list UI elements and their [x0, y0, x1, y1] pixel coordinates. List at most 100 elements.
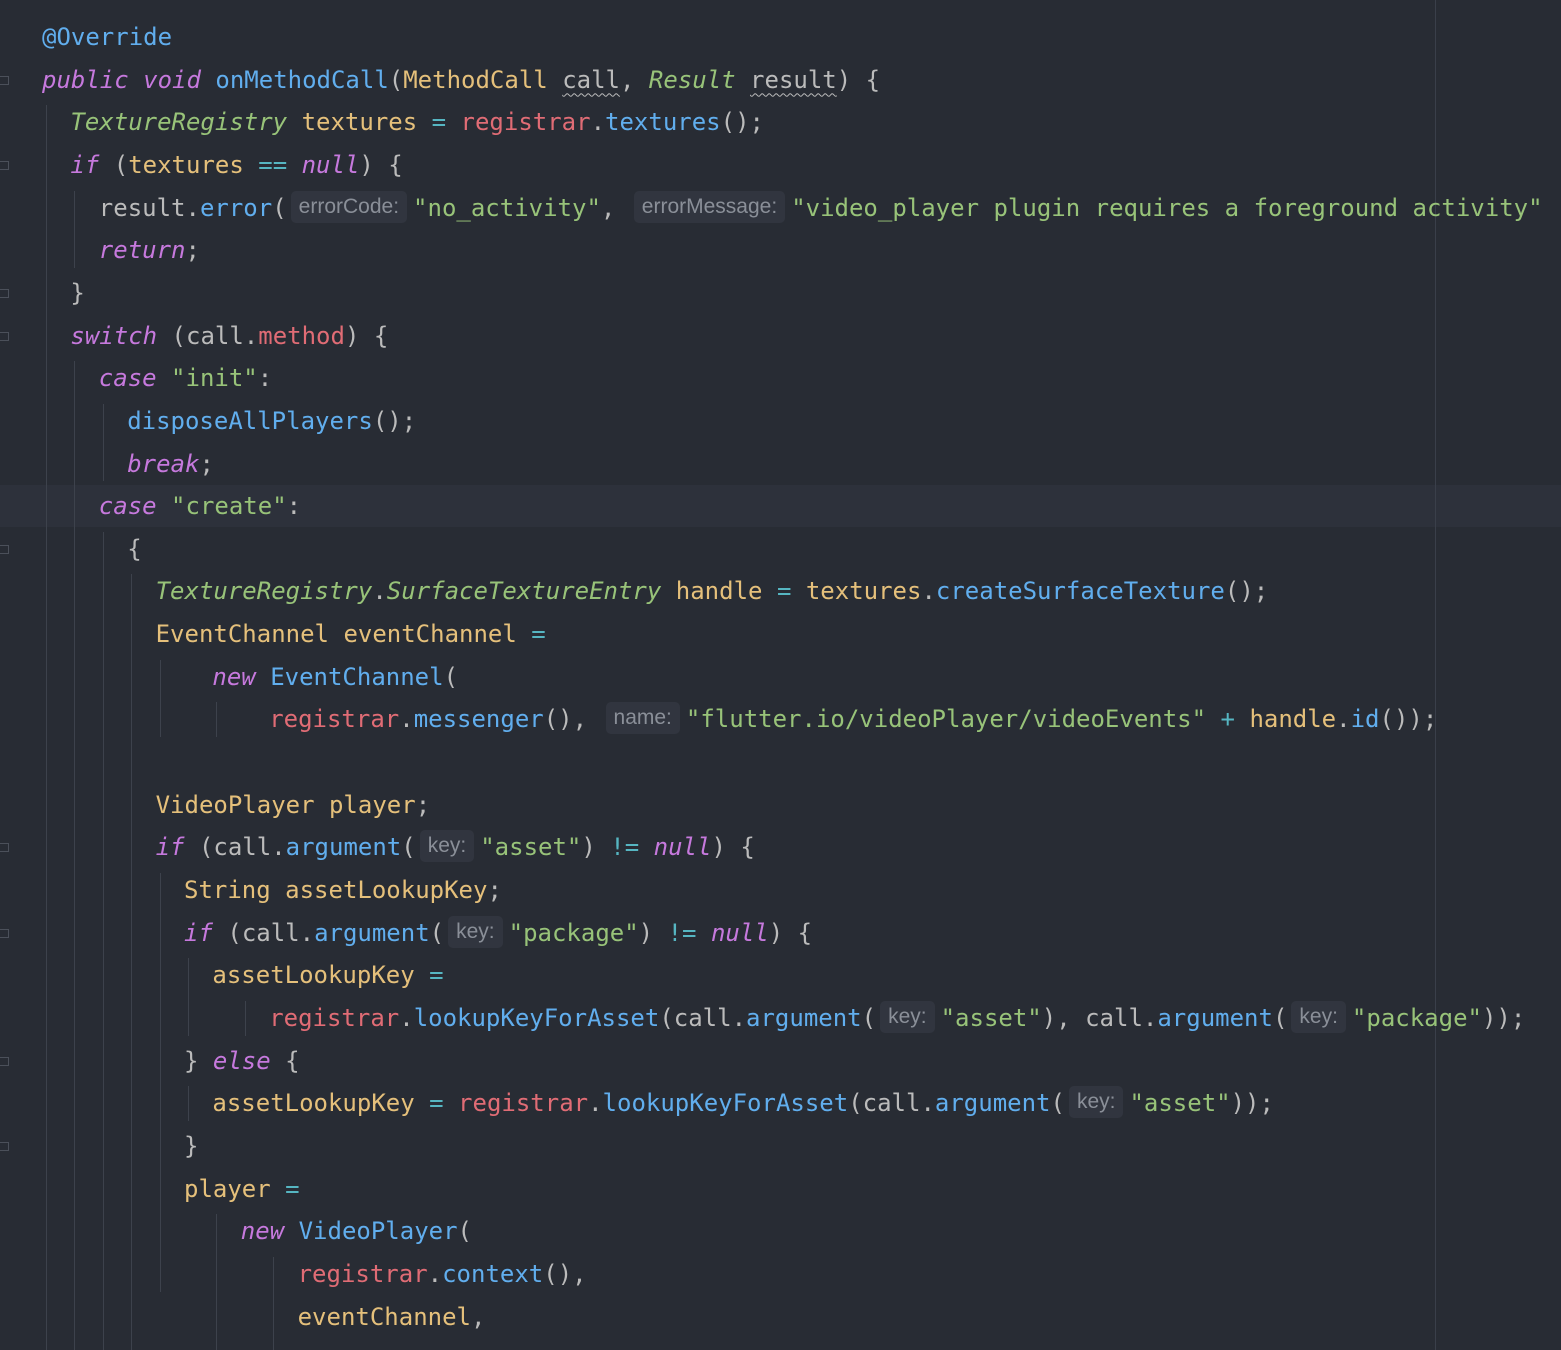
code-line[interactable]: { [127, 528, 141, 570]
code-line[interactable]: switch (call.method) { [70, 315, 388, 357]
code-token: textures [605, 108, 721, 137]
code-line[interactable]: assetLookupKey = registrar.lookupKeyForA… [212, 1082, 1274, 1124]
code-token: result [750, 65, 837, 94]
code-token: ) { [836, 65, 881, 94]
code-token: "create" [171, 492, 287, 521]
code-token: . [731, 1003, 747, 1032]
code-token: != [610, 833, 654, 862]
code-token: ), [1041, 1003, 1086, 1032]
code-token: ) [638, 918, 668, 947]
code-line[interactable]: } else { [184, 1040, 300, 1082]
code-editor[interactable]: @Override public void onMethodCall(Method… [0, 0, 1561, 1350]
code-line[interactable]: } [70, 272, 84, 314]
code-line[interactable]: VideoPlayer player; [156, 784, 431, 826]
code-line[interactable]: String assetLookupKey; [184, 869, 502, 911]
code-token: , [600, 193, 630, 222]
code-line[interactable]: result.error(errorCode: "no_activity", er… [99, 187, 1543, 229]
code-token: "asset" [480, 833, 582, 862]
code-token: ( [443, 662, 459, 691]
code-token: (), [543, 1259, 587, 1288]
code-token: handle [675, 577, 777, 606]
code-token: . [1142, 1003, 1158, 1032]
code-token: String [184, 876, 286, 904]
code-line[interactable]: break; [127, 443, 214, 485]
code-token: argument [934, 1089, 1051, 1118]
fold-marker-icon[interactable] [0, 75, 9, 85]
code-token: result [98, 193, 186, 222]
code-line[interactable]: TextureRegistry textures = registrar.tex… [70, 101, 764, 143]
fold-marker-icon[interactable] [0, 1056, 9, 1066]
code-line[interactable]: registrar.context(), [298, 1253, 587, 1295]
code-token: = [431, 108, 461, 137]
code-token: disposeAllPlayers [127, 406, 373, 435]
code-token: registrar [460, 108, 591, 137]
code-token: "package" [508, 918, 639, 947]
code-token: call [862, 1089, 921, 1118]
indent-guide [102, 531, 104, 1350]
code-line[interactable]: case "create": [99, 485, 301, 527]
code-token: return [98, 236, 186, 265]
indent-guide [74, 361, 76, 1350]
code-line[interactable]: disposeAllPlayers(); [127, 400, 416, 442]
code-token: "no_activity" [413, 193, 601, 222]
code-line[interactable]: assetLookupKey = [212, 954, 443, 996]
code-line[interactable]: @Override [42, 16, 172, 58]
code-token: ) [581, 833, 611, 862]
code-token: ( [113, 150, 129, 179]
code-token: textures [301, 108, 432, 137]
code-token: )); [1481, 1003, 1526, 1032]
code-token: assetLookupKey [285, 876, 488, 904]
code-line[interactable]: if (textures == null) { [70, 144, 402, 186]
fold-marker-icon[interactable] [0, 928, 9, 938]
code-token: call [562, 65, 620, 94]
fold-marker-icon[interactable] [0, 160, 9, 170]
code-line[interactable]: EventChannel eventChannel = [156, 613, 546, 655]
code-token: == [258, 150, 302, 179]
code-line[interactable]: public void onMethodCall(MethodCall call… [42, 59, 880, 101]
indent-guide [273, 1256, 275, 1350]
fold-marker-icon[interactable] [0, 843, 9, 853]
code-line[interactable]: case "init": [99, 357, 272, 399]
parameter-hint: key: [880, 1000, 935, 1033]
fold-marker-icon[interactable] [0, 331, 9, 341]
code-line[interactable]: registrar.lookupKeyForAsset(call.argumen… [269, 997, 1525, 1039]
code-token: if [155, 833, 199, 862]
code-token: . [590, 108, 606, 137]
code-token: . [271, 833, 286, 862]
indent-guide [216, 702, 218, 738]
code-token: . [1336, 705, 1351, 734]
code-line[interactable]: if (call.argument(key: "package") != null… [184, 912, 812, 954]
code-line[interactable]: if (call.argument(key: "asset") != null) … [156, 826, 755, 868]
code-token: public void [42, 65, 216, 94]
code-token: . [372, 577, 387, 606]
code-line[interactable]: eventChannel, [298, 1296, 486, 1338]
parameter-hint: key: [448, 915, 503, 948]
code-token: onMethodCall [215, 65, 389, 94]
code-token: "flutter.io/videoPlayer/videoEvents" [685, 705, 1221, 734]
code-line[interactable]: } [184, 1125, 198, 1167]
fold-marker-icon[interactable] [0, 1141, 9, 1151]
code-line[interactable]: return; [99, 229, 200, 271]
code-line[interactable]: TextureRegistry.SurfaceTextureEntry hand… [156, 570, 1269, 612]
code-token: TextureRegistry [70, 108, 302, 137]
code-token: . [185, 193, 200, 222]
fold-marker-icon[interactable] [0, 288, 9, 298]
code-line[interactable]: new VideoPlayer( [241, 1210, 472, 1252]
code-token: (); [372, 406, 417, 435]
code-token: : [257, 364, 273, 393]
code-token: registrar [269, 1003, 400, 1032]
indent-guide [46, 105, 47, 1350]
code-token: . [921, 577, 936, 606]
code-line[interactable]: new EventChannel( [212, 656, 458, 698]
code-token: lookupKeyForAsset [602, 1089, 849, 1118]
code-token: TextureRegistry [155, 577, 373, 606]
code-token: VideoPlayer [298, 1217, 458, 1246]
code-token: . [399, 705, 414, 734]
fold-marker-icon[interactable] [0, 544, 9, 554]
code-token: call [673, 1003, 732, 1032]
code-token: lookupKeyForAsset [413, 1003, 660, 1032]
code-line[interactable]: registrar.messenger(), name: "flutter.io/… [269, 698, 1437, 740]
code-token: call [241, 918, 300, 947]
code-line[interactable]: player = [184, 1168, 300, 1210]
code-token: VideoPlayer [155, 790, 329, 819]
